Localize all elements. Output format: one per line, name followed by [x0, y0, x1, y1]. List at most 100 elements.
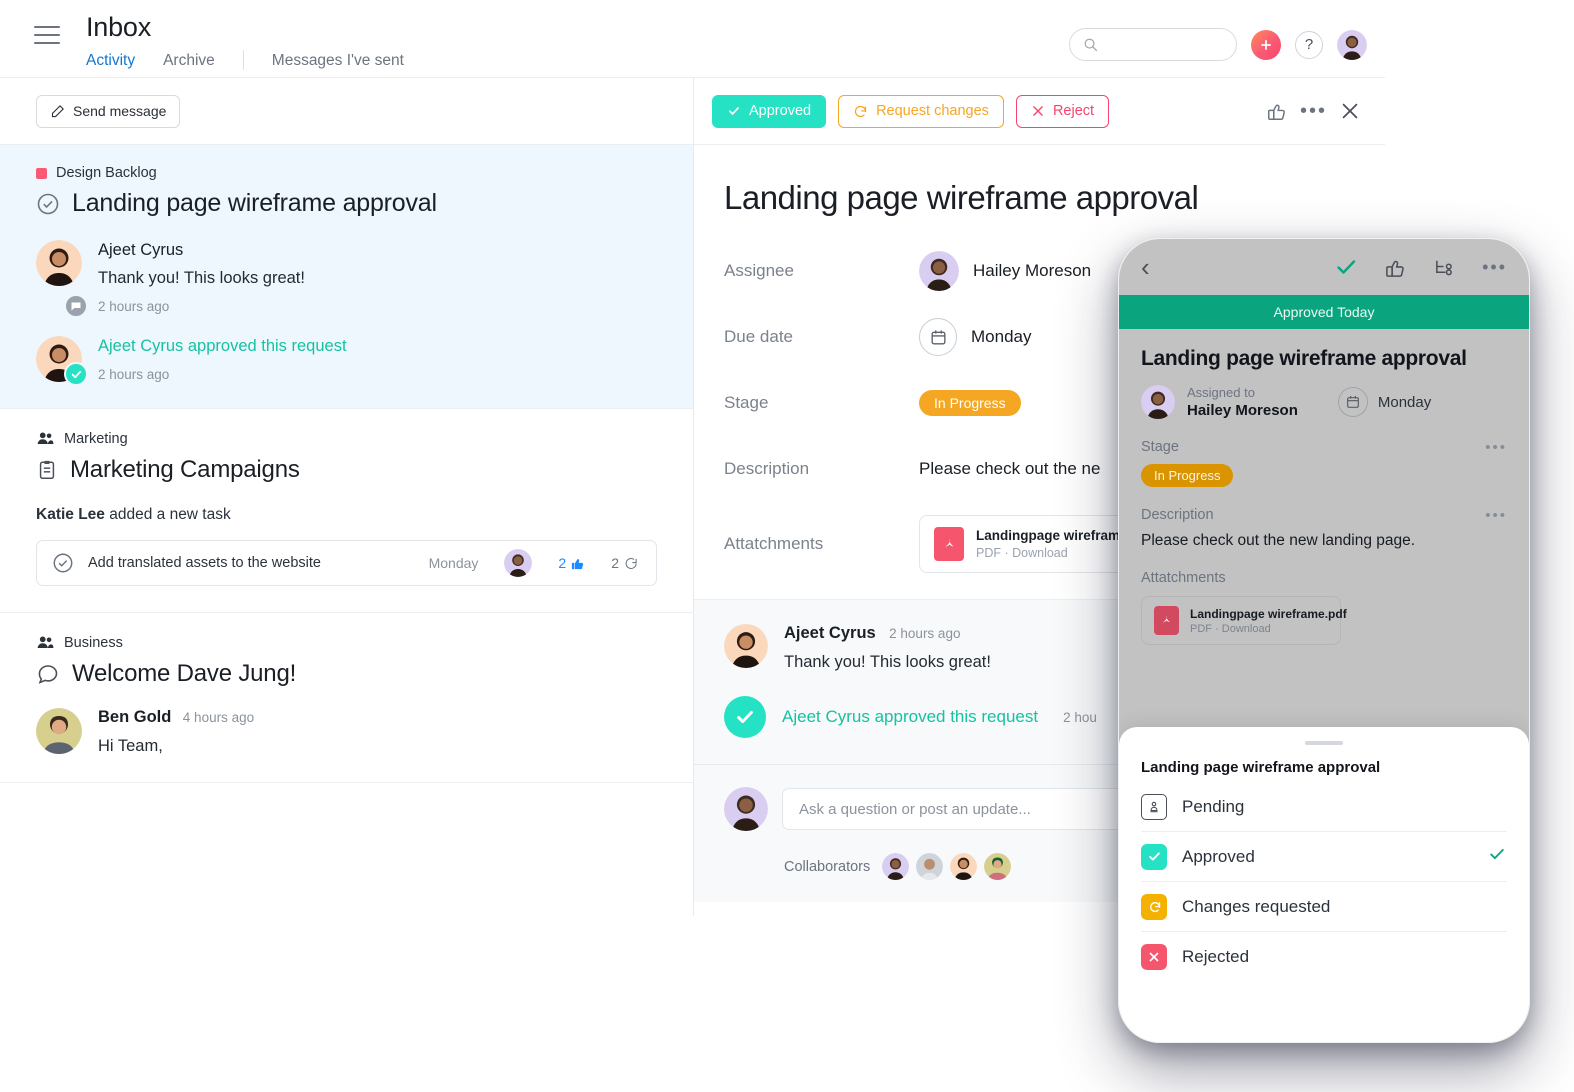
group-name: Business	[64, 634, 123, 651]
close-button[interactable]	[1339, 100, 1361, 122]
list-item[interactable]: Marketing Marketing Campaigns Katie Lee …	[0, 409, 693, 613]
stage-more-icon[interactable]: •••	[1485, 440, 1507, 455]
status-option-pending[interactable]: Pending	[1141, 782, 1507, 832]
search-input[interactable]	[1104, 37, 1224, 52]
status-option-changes-requested[interactable]: Changes requested	[1141, 882, 1507, 932]
send-message-button[interactable]: Send message	[36, 94, 181, 128]
calendar-icon	[1337, 387, 1368, 417]
collaborator-avatar[interactable]	[916, 853, 944, 880]
field-value[interactable]: In Progress	[919, 390, 1021, 416]
list-item[interactable]: Design Backlog Landing page wireframe ap…	[0, 145, 693, 409]
option-label: Pending	[1182, 796, 1245, 816]
phone-due-row[interactable]: Monday	[1337, 387, 1432, 417]
subtask-icon[interactable]	[1433, 256, 1456, 279]
project-row: Design Backlog	[36, 165, 657, 181]
sheet-grabber[interactable]	[1305, 741, 1343, 745]
like-button[interactable]	[1266, 100, 1288, 122]
group-row: Marketing	[36, 429, 657, 448]
field-value[interactable]: Hailey Moreson	[919, 251, 1091, 291]
project-color-dot	[36, 167, 47, 179]
phone-dimmed-content: ‹ ••• Approved Today Landing page wirefr…	[1119, 239, 1529, 765]
description-label: Description	[1141, 507, 1214, 523]
item-title-row: Welcome Dave Jung!	[36, 660, 657, 688]
field-label: Description	[724, 459, 810, 478]
screenshot-root: Inbox Activity Archive Messages I've sen…	[0, 0, 1574, 1092]
assignee-avatar	[919, 251, 959, 291]
thumbs-up-icon[interactable]	[1384, 256, 1407, 279]
search-box[interactable]	[1069, 28, 1237, 61]
avatar	[36, 708, 82, 754]
attachment-card[interactable]: Landingpage wireframe.pdf PDF · Download	[1141, 596, 1347, 645]
status-option-approved[interactable]: Approved	[1141, 832, 1507, 882]
collaborators-label: Collaborators	[784, 858, 871, 875]
field-label: Stage	[724, 393, 769, 412]
phone-screen: ‹ ••• Approved Today Landing page wirefr…	[1118, 238, 1530, 1043]
check-icon[interactable]	[1334, 255, 1358, 279]
field-value[interactable]: Monday	[919, 318, 1031, 356]
more-button[interactable]: •••	[1300, 101, 1327, 121]
tab-activity[interactable]: Activity	[86, 50, 136, 80]
create-button[interactable]	[1251, 29, 1281, 60]
message-text: Hi Team,	[98, 737, 163, 755]
stage-label: Stage	[1141, 439, 1179, 455]
due-date-value: Monday	[971, 327, 1032, 346]
tab-archive[interactable]: Archive	[163, 50, 215, 80]
check-icon	[71, 370, 81, 378]
assignee-avatar[interactable]	[1141, 385, 1175, 419]
collaborator-avatar[interactable]	[950, 853, 978, 880]
due-date-value: Monday	[1377, 393, 1432, 411]
avatar[interactable]	[1337, 29, 1367, 60]
collaborator-avatar[interactable]	[984, 853, 1012, 880]
actor-name: Katie Lee	[36, 506, 105, 523]
task-check-circle-icon[interactable]	[52, 552, 74, 574]
status-bottom-sheet: Landing page wireframe approval Pending	[1119, 727, 1529, 1042]
group-row: Business	[36, 633, 657, 652]
reject-button[interactable]: Reject	[1015, 94, 1110, 128]
comment-author: Ajeet Cyrus	[784, 624, 876, 642]
status-badge[interactable]: In Progress	[1141, 464, 1234, 487]
help-button[interactable]: ?	[1295, 30, 1323, 59]
task-check-circle-icon[interactable]	[36, 192, 60, 216]
status-option-rejected[interactable]: Rejected	[1141, 932, 1507, 982]
request-changes-button[interactable]: Request changes	[838, 94, 1004, 128]
x-square-icon	[1141, 944, 1167, 970]
status-badge[interactable]: In Progress	[919, 390, 1021, 416]
chevron-left-icon[interactable]: ‹	[1141, 254, 1150, 280]
comment-count[interactable]: 2	[611, 555, 638, 571]
approval-text[interactable]: Ajeet Cyrus approved this request	[98, 337, 347, 356]
like-count-value: 2	[558, 555, 567, 571]
activity-message: Ajeet Cyrus Thank you! This looks great!…	[36, 240, 657, 318]
comment-badge	[64, 294, 88, 318]
task-assignee-avatar[interactable]	[504, 549, 533, 577]
list-item[interactable]: Business Welcome Dave Jung! Ben Gold 4 h…	[0, 613, 693, 783]
assigned-to-label: Assigned to	[1187, 385, 1255, 400]
item-title: Landing page wireframe approval	[72, 189, 437, 217]
comment-body: Ajeet Cyrus 2 hours ago Thank you! This …	[784, 624, 991, 672]
item-title: Marketing Campaigns	[70, 456, 300, 483]
tab-bar: Activity Archive Messages I've sent	[86, 50, 432, 80]
pdf-icon	[934, 527, 964, 561]
attachment-meta: PDF · Download	[1190, 622, 1271, 635]
more-horizontal-icon[interactable]: •••	[1482, 258, 1507, 276]
calendar-icon	[919, 318, 957, 356]
approval-text[interactable]: Ajeet Cyrus approved this request	[782, 707, 1038, 727]
check-icon	[737, 710, 753, 724]
description-more-icon[interactable]: •••	[1485, 508, 1507, 523]
attachments-label: Attatchments	[1141, 570, 1226, 586]
collaborator-avatar[interactable]	[882, 853, 910, 880]
assignee-name: Hailey Moreson	[1187, 402, 1298, 419]
message-text: Thank you! This looks great!	[98, 269, 305, 287]
tab-messages-ive-sent[interactable]: Messages I've sent	[272, 50, 404, 80]
hamburger-icon[interactable]	[34, 26, 60, 44]
thumbs-up-icon	[572, 558, 584, 569]
task-name: Add translated assets to the website	[88, 555, 321, 571]
approved-icon	[724, 696, 766, 738]
like-count[interactable]: 2	[558, 555, 585, 571]
message-time: 2 hours ago	[98, 299, 170, 314]
description-value[interactable]: Please check out the ne	[919, 459, 1100, 479]
compose-icon	[51, 104, 64, 117]
approved-label: Approved	[749, 103, 812, 119]
activity-message: Ajeet Cyrus approved this request 2 hour…	[36, 336, 657, 386]
task-row[interactable]: Add translated assets to the website Mon…	[36, 540, 657, 586]
approved-button[interactable]: Approved	[712, 94, 827, 128]
